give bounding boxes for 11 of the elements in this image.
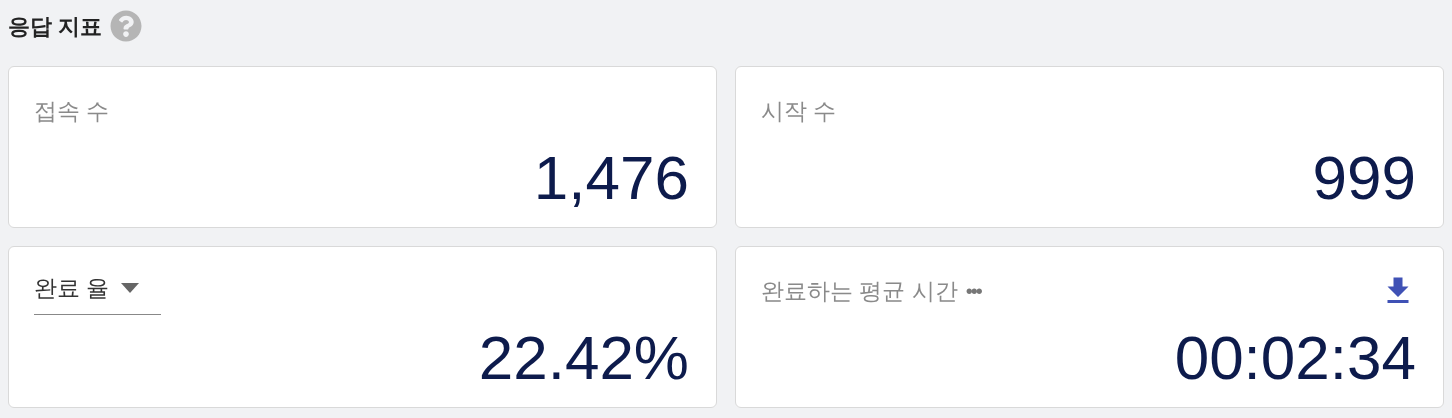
stat-value: 1,476: [533, 147, 689, 209]
card-label: 완료하는 평균 시간: [761, 276, 958, 306]
stat-value: 999: [1312, 147, 1416, 209]
metric-select[interactable]: 완료 율: [34, 271, 161, 315]
stat-value: 00:02:34: [1174, 327, 1416, 389]
card-label: 접속 수: [34, 96, 110, 126]
section-title: 응답 지표: [8, 12, 103, 41]
more-button[interactable]: •••: [965, 276, 981, 306]
card-label: 시작 수: [761, 96, 837, 126]
caret-icon: [121, 283, 140, 294]
stat-value: 22.42%: [478, 327, 689, 389]
